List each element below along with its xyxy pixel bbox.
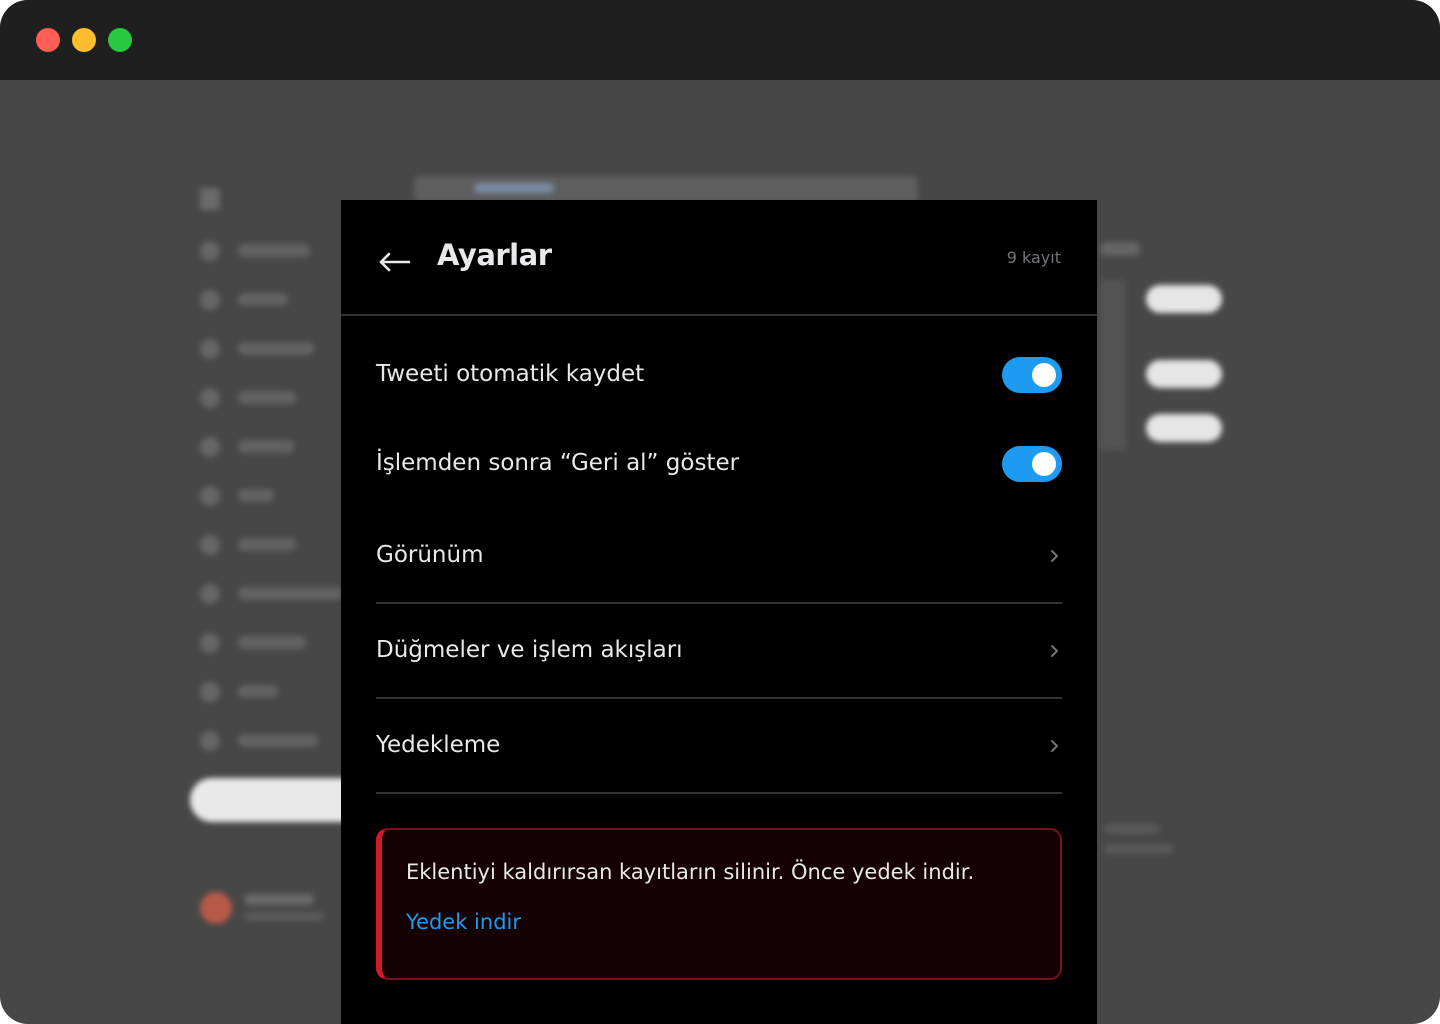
background-pill [1146,360,1222,388]
nav-item-label: Görünüm [376,542,484,568]
autosave-toggle[interactable] [1002,357,1062,393]
toggle-knob [1032,452,1056,476]
settings-panel: Ayarlar 9 kayıt Tweeti otomatik kaydet İ… [341,200,1097,1024]
chevron-right-icon [1051,550,1058,562]
nav-item-backup[interactable]: Yedekleme [376,700,1062,794]
background-pill [1146,414,1222,442]
toggle-knob [1032,363,1056,387]
background-search-bar [414,176,918,202]
record-count: 9 kayıt [1006,248,1061,267]
uninstall-warning-box: Eklentiyi kaldırırsan kayıtların silinir… [376,828,1062,980]
nav-item-label: Düğmeler ve işlem akışları [376,637,683,663]
chevron-right-icon [1051,645,1058,657]
background-pill [1146,285,1222,313]
maximize-window-button[interactable] [108,28,132,52]
back-arrow-icon[interactable] [375,240,415,280]
title-bar [0,0,1440,80]
avatar [200,892,232,924]
undo-toggle[interactable] [1002,446,1062,482]
toggle-row-autosave: Tweeti otomatik kaydet [376,345,1062,405]
page-title: Ayarlar [437,238,552,272]
minimize-window-button[interactable] [72,28,96,52]
nav-item-label: Yedekleme [376,732,501,758]
toggle-row-undo: İşlemden sonra “Geri al” göster [376,434,1062,494]
app-window: Ayarlar 9 kayıt Tweeti otomatik kaydet İ… [0,0,1440,1024]
toggle-label: İşlemden sonra “Geri al” göster [376,450,740,476]
warning-message: Eklentiyi kaldırırsan kayıtların silinir… [406,860,975,884]
nav-item-buttons-flows[interactable]: Düğmeler ve işlem akışları [376,605,1062,699]
toggle-label: Tweeti otomatik kaydet [376,361,645,387]
chevron-right-icon [1051,740,1058,752]
download-backup-link[interactable]: Yedek indir [406,910,521,934]
settings-header: Ayarlar 9 kayıt [341,200,1097,316]
nav-item-appearance[interactable]: Görünüm [376,510,1062,604]
logo-icon [200,188,220,210]
close-window-button[interactable] [36,28,60,52]
